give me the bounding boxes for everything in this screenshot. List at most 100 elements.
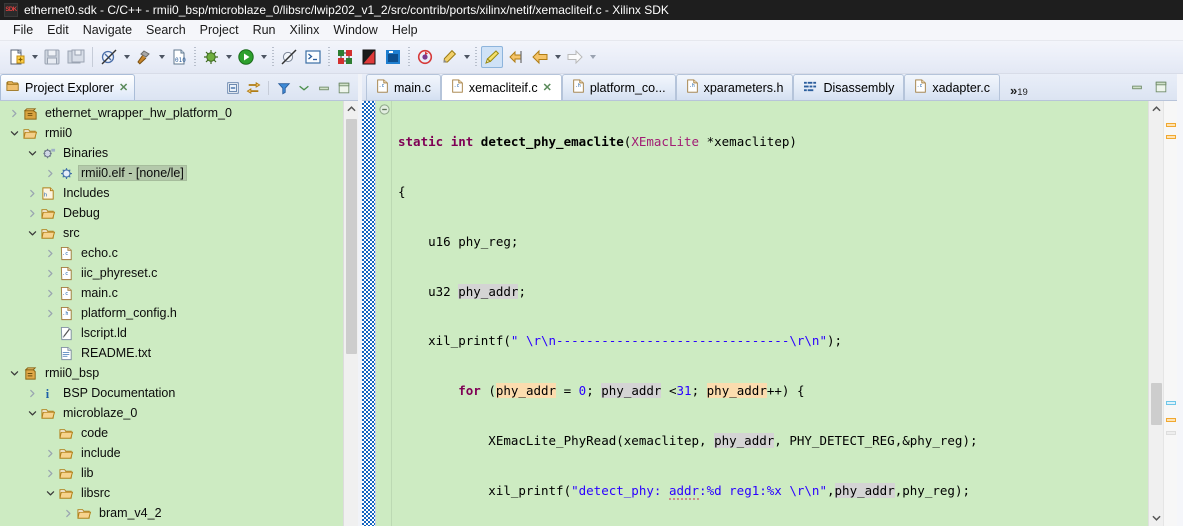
menu-search[interactable]: Search (139, 21, 193, 39)
debug-bug-icon[interactable] (200, 46, 222, 68)
scroll-down-icon[interactable] (1149, 510, 1164, 526)
link-broken-icon[interactable] (98, 46, 120, 68)
system-debugger-icon[interactable] (334, 46, 356, 68)
run-dropdown-icon[interactable] (258, 46, 269, 68)
tree-item-rmii0-elf-none-le[interactable]: rmii0.elf - [none/le] (0, 163, 343, 183)
editor-vertical-scrollbar[interactable] (1148, 101, 1163, 526)
chevron-right-icon[interactable] (42, 285, 58, 301)
back-arrow-icon[interactable] (529, 46, 551, 68)
collapse-all-icon[interactable] (224, 79, 242, 97)
close-icon[interactable]: ✕ (543, 81, 552, 94)
tree-item-bsp-documentation[interactable]: i BSP Documentation (0, 383, 343, 403)
overview-marker-task[interactable] (1166, 431, 1176, 435)
tab-xadapter-c[interactable]: .c xadapter.c (904, 74, 1001, 100)
tree-item-readme-txt[interactable]: README.txt (0, 343, 343, 363)
chevron-right-icon[interactable] (24, 205, 40, 221)
build-hammer-icon[interactable] (133, 46, 155, 68)
run-icon[interactable] (235, 46, 257, 68)
forward-dropdown-icon[interactable] (587, 46, 598, 68)
tree-item-bram-v4-2[interactable]: bram_v4_2 (0, 503, 343, 523)
tab-project-explorer[interactable]: Project Explorer ✕ (0, 74, 136, 100)
explorer-scroll-track[interactable] (344, 117, 359, 526)
chevron-right-icon[interactable] (42, 165, 58, 181)
flash-icon[interactable] (358, 46, 380, 68)
back-dropdown-icon[interactable] (552, 46, 563, 68)
tree-item-rmii0-bsp[interactable]: rmii0_bsp (0, 363, 343, 383)
close-icon[interactable]: ✕ (119, 81, 128, 94)
tree-item-code[interactable]: code (0, 423, 343, 443)
marker-icon[interactable] (481, 46, 503, 68)
explorer-scroll-thumb[interactable] (345, 119, 357, 354)
dump-icon[interactable] (382, 46, 404, 68)
tree-item-echo-c[interactable]: .c echo.c (0, 243, 343, 263)
tree-item-debug[interactable]: Debug (0, 203, 343, 223)
chevron-right-icon[interactable] (60, 505, 76, 521)
save-all-icon[interactable] (65, 46, 87, 68)
refresh-repo-icon[interactable] (414, 46, 436, 68)
chevron-right-icon[interactable] (24, 385, 40, 401)
forward-arrow-icon[interactable] (564, 46, 586, 68)
menu-xilinx[interactable]: Xilinx (283, 21, 327, 39)
terminal-icon[interactable] (302, 46, 324, 68)
minimize-editor-icon[interactable] (1128, 78, 1146, 96)
tree-item-ethernet-wrapper-hw-platform-0[interactable]: ethernet_wrapper_hw_platform_0 (0, 103, 343, 123)
overview-ruler[interactable] (1163, 101, 1177, 526)
skip-breakpoints-icon[interactable] (278, 46, 300, 68)
build-dropdown-icon[interactable] (156, 46, 167, 68)
overview-marker-warning[interactable] (1166, 123, 1176, 127)
source-code[interactable]: static int detect_phy_emaclite(XEmacLite… (392, 101, 1148, 526)
chevron-right-icon[interactable] (42, 445, 58, 461)
scroll-up-icon[interactable] (1149, 101, 1164, 117)
menu-project[interactable]: Project (193, 21, 246, 39)
tab-platform-config-h[interactable]: .h platform_co... (561, 74, 676, 100)
link-with-editor-icon[interactable] (244, 79, 262, 97)
chevron-right-icon[interactable] (42, 305, 58, 321)
tree-item-include[interactable]: include (0, 443, 343, 463)
link-dropdown-icon[interactable] (121, 46, 132, 68)
chevron-down-icon[interactable] (42, 485, 58, 501)
overview-marker-warning[interactable] (1166, 135, 1176, 139)
tree-item-microblaze-0[interactable]: microblaze_0 (0, 403, 343, 423)
folding-ruler[interactable] (376, 101, 392, 526)
menu-edit[interactable]: Edit (40, 21, 76, 39)
chevron-right-icon[interactable] (42, 465, 58, 481)
save-icon[interactable] (41, 46, 63, 68)
chevron-down-icon[interactable] (24, 225, 40, 241)
scroll-up-icon[interactable] (343, 101, 358, 117)
tab-main-c[interactable]: .c main.c (366, 74, 441, 100)
tree-item-main-c[interactable]: .c main.c (0, 283, 343, 303)
overview-marker-info[interactable] (1166, 401, 1176, 405)
chevron-right-icon[interactable] (24, 185, 40, 201)
tree-item-lscript-ld[interactable]: lscript.ld (0, 323, 343, 343)
tab-xemacliteif-c[interactable]: .c xemacliteif.c ✕ (440, 74, 562, 100)
tree-item-platform-config-h[interactable]: .h platform_config.h (0, 303, 343, 323)
tree-item-libsrc[interactable]: libsrc (0, 483, 343, 503)
chevron-down-icon[interactable] (24, 405, 40, 421)
chevron-down-icon[interactable] (6, 125, 22, 141)
chevron-right-icon[interactable] (42, 265, 58, 281)
view-menu-icon[interactable] (295, 79, 313, 97)
chevron-down-icon[interactable] (6, 365, 22, 381)
view-filter-icon[interactable] (275, 79, 293, 97)
tree-item-includes[interactable]: h Includes (0, 183, 343, 203)
binary-file-icon[interactable]: 010 (168, 46, 190, 68)
new-wizard-icon[interactable] (6, 46, 28, 68)
project-tree[interactable]: ethernet_wrapper_hw_platform_0 rmii0 Binar… (0, 101, 343, 526)
explorer-vertical-scrollbar[interactable] (343, 101, 358, 526)
maximize-editor-icon[interactable] (1152, 78, 1170, 96)
chevron-right-icon[interactable] (42, 245, 58, 261)
editor-scroll-thumb[interactable] (1150, 383, 1162, 425)
tree-item-binaries[interactable]: Binaries (0, 143, 343, 163)
fold-collapse-icon[interactable] (379, 104, 390, 115)
chevron-down-icon[interactable] (24, 145, 40, 161)
tree-item-rmii0[interactable]: rmii0 (0, 123, 343, 143)
back-to-icon[interactable] (505, 46, 527, 68)
pencil-dropdown-icon[interactable] (461, 46, 472, 68)
tab-xparameters-h[interactable]: .h xparameters.h (675, 74, 794, 100)
new-wizard-dropdown-icon[interactable] (29, 46, 40, 68)
tree-item-iic-phyreset-c[interactable]: .c iic_phyreset.c (0, 263, 343, 283)
chevron-right-icon[interactable] (6, 105, 22, 121)
editor-scroll-track[interactable] (1149, 117, 1164, 510)
tree-item-src[interactable]: src (0, 223, 343, 243)
minimize-view-icon[interactable] (315, 79, 333, 97)
